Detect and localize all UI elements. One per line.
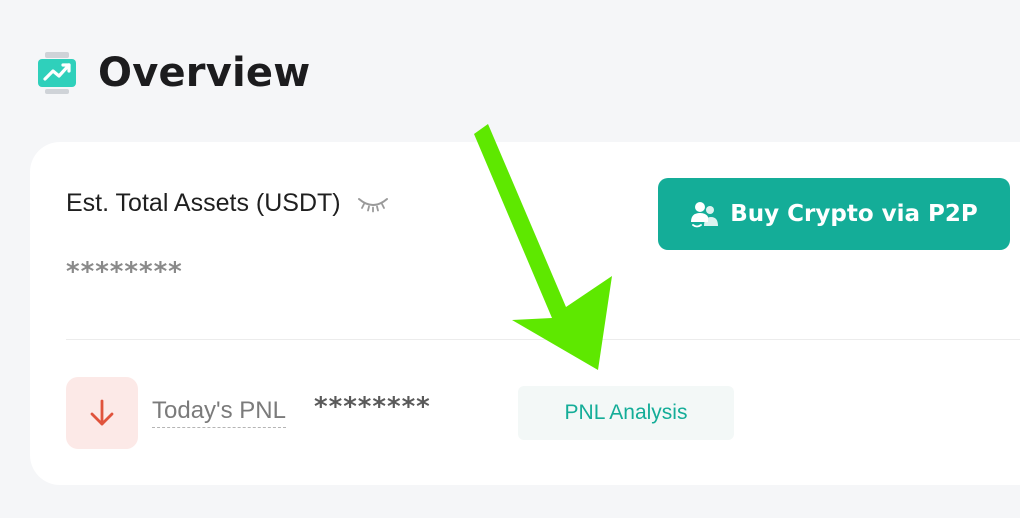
total-assets-label: Est. Total Assets (USDT)	[66, 189, 341, 217]
buy-crypto-label: Buy Crypto via P2P	[730, 201, 978, 227]
assets-card: Est. Total Assets (USDT) ******** Buy Cr…	[30, 142, 1020, 485]
arrow-down-icon	[90, 399, 114, 426]
todays-pnl-label[interactable]: Today's PNL	[152, 396, 286, 428]
todays-pnl-value: ********	[314, 392, 431, 422]
total-assets-value: ********	[66, 257, 183, 287]
page-title: Overview	[98, 50, 311, 96]
chart-monitor-icon	[38, 52, 76, 94]
buy-crypto-p2p-button[interactable]: Buy Crypto via P2P	[658, 178, 1010, 250]
card-divider	[66, 339, 1020, 340]
pnl-analysis-button[interactable]: PNL Analysis	[518, 386, 734, 440]
assets-label-row: Est. Total Assets (USDT)	[66, 188, 389, 218]
users-exchange-icon	[691, 202, 719, 228]
eye-closed-icon[interactable]	[357, 195, 389, 213]
pnl-trend-badge	[66, 377, 138, 449]
overview-page: Overview Est. Total Assets (USDT) ******…	[0, 0, 1020, 518]
page-header: Overview	[36, 48, 310, 98]
